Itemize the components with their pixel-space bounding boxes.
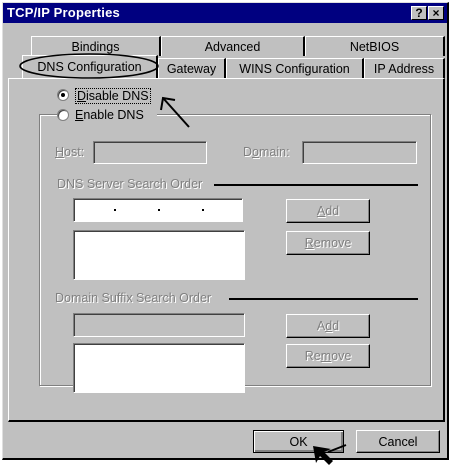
annotation-overlay <box>19 53 347 465</box>
annotation-arrow-icon <box>160 96 190 128</box>
cursor-arrow-icon <box>313 444 347 465</box>
tab-highlight-ellipse <box>19 53 159 79</box>
